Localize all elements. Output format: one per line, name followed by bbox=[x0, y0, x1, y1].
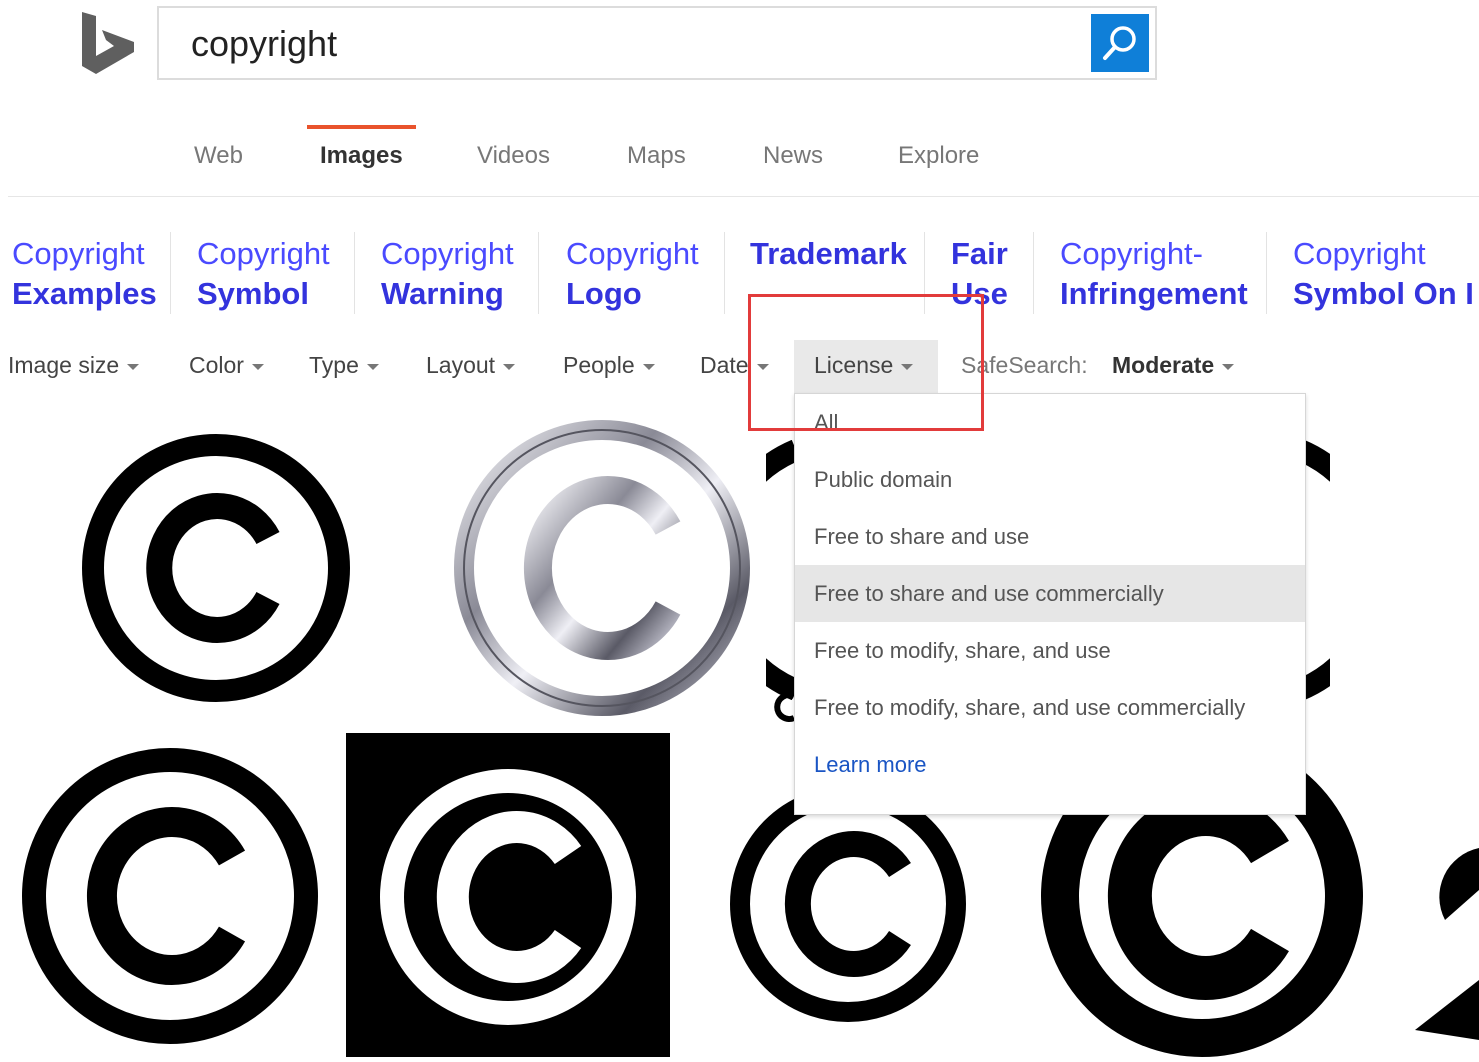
related-search-line1: Copyright- bbox=[1060, 236, 1203, 271]
color-filter[interactable]: Color bbox=[189, 352, 264, 379]
related-search-copyright-warning[interactable]: Copyright Warning bbox=[381, 234, 514, 314]
nav-divider bbox=[8, 196, 1479, 197]
filter-label: Image size bbox=[8, 352, 120, 378]
license-dropdown-menu: All Public domain Free to share and use … bbox=[794, 393, 1306, 815]
license-option-free-to-share[interactable]: Free to share and use bbox=[795, 508, 1305, 565]
search-button[interactable] bbox=[1091, 14, 1149, 72]
related-search-line1: Trademark bbox=[750, 236, 907, 271]
filter-label: Date bbox=[700, 352, 749, 378]
related-search-line2: Infringement bbox=[1060, 276, 1248, 311]
active-tab-indicator bbox=[307, 125, 416, 129]
related-search-line2: Warning bbox=[381, 276, 504, 311]
caret-down-icon bbox=[503, 363, 516, 370]
search-input[interactable] bbox=[191, 22, 1091, 66]
license-option-free-to-modify[interactable]: Free to modify, share, and use bbox=[795, 622, 1305, 679]
highlight-box bbox=[748, 294, 984, 431]
license-option-free-to-modify-commercially[interactable]: Free to modify, share, and use commercia… bbox=[795, 679, 1305, 736]
related-search-copyright-symbol[interactable]: Copyright Symbol bbox=[197, 234, 330, 314]
related-search-line1: Copyright bbox=[566, 236, 699, 271]
bing-logo[interactable] bbox=[80, 10, 136, 76]
related-search-copyright-examples[interactable]: Copyright Examples bbox=[12, 234, 157, 314]
related-search-copyright-symbol-on[interactable]: Copyright Symbol On I bbox=[1293, 234, 1479, 314]
learn-more-link[interactable]: Learn more bbox=[795, 736, 1305, 793]
filter-label: Color bbox=[189, 352, 244, 378]
caret-down-icon bbox=[251, 363, 264, 370]
image-result[interactable] bbox=[346, 733, 670, 1057]
tab-images[interactable]: Images bbox=[320, 142, 403, 170]
related-divider bbox=[170, 232, 171, 314]
related-divider bbox=[724, 232, 725, 314]
caret-down-icon bbox=[1222, 363, 1235, 370]
safesearch-filter[interactable]: SafeSearch: Moderate bbox=[961, 352, 1235, 379]
filter-label: Type bbox=[309, 352, 359, 378]
tab-videos[interactable]: Videos bbox=[477, 142, 550, 170]
tab-news[interactable]: News bbox=[763, 142, 823, 170]
related-search-line2: Examples bbox=[12, 276, 157, 311]
image-result[interactable] bbox=[80, 432, 352, 704]
caret-down-icon bbox=[127, 363, 140, 370]
related-divider bbox=[1033, 232, 1034, 314]
related-search-copyright-logo[interactable]: Copyright Logo bbox=[566, 234, 699, 314]
related-search-copyright-infringement[interactable]: Copyright- Infringement bbox=[1060, 234, 1248, 314]
related-search-line1: Copyright bbox=[197, 236, 330, 271]
image-result[interactable] bbox=[1395, 830, 1479, 1040]
tab-maps[interactable]: Maps bbox=[627, 142, 686, 170]
image-size-filter[interactable]: Image size bbox=[8, 352, 140, 379]
magnifier-icon bbox=[1103, 26, 1136, 60]
license-option-public-domain[interactable]: Public domain bbox=[795, 451, 1305, 508]
related-divider bbox=[538, 232, 539, 314]
related-divider bbox=[354, 232, 355, 314]
image-result[interactable] bbox=[766, 440, 796, 700]
caret-down-icon bbox=[642, 363, 655, 370]
related-search-line1: Copyright bbox=[1293, 236, 1426, 271]
tab-explore[interactable]: Explore bbox=[898, 142, 979, 170]
caret-down-icon bbox=[366, 363, 379, 370]
safesearch-value: Moderate bbox=[1111, 352, 1215, 378]
image-result-caption bbox=[774, 692, 796, 722]
related-search-line1: Fair bbox=[951, 236, 1008, 271]
tab-web[interactable]: Web bbox=[194, 142, 243, 170]
related-search-line2: Symbol On I bbox=[1293, 276, 1474, 311]
layout-filter[interactable]: Layout bbox=[426, 352, 516, 379]
related-search-line2: Symbol bbox=[197, 276, 309, 311]
filter-label: Layout bbox=[426, 352, 496, 378]
search-box bbox=[157, 6, 1157, 80]
related-search-line1: Copyright bbox=[12, 236, 145, 271]
related-search-trademark[interactable]: Trademark bbox=[750, 234, 907, 274]
image-result[interactable] bbox=[450, 418, 754, 718]
filter-label: People bbox=[563, 352, 635, 378]
related-divider bbox=[1266, 232, 1267, 314]
related-search-line2: Logo bbox=[566, 276, 642, 311]
copyright-symbol-white bbox=[380, 769, 636, 1025]
image-result[interactable] bbox=[728, 780, 968, 1040]
related-search-line1: Copyright bbox=[381, 236, 514, 271]
type-filter[interactable]: Type bbox=[309, 352, 379, 379]
license-option-free-to-share-commercially[interactable]: Free to share and use commercially bbox=[795, 565, 1305, 622]
image-result[interactable] bbox=[20, 746, 320, 1046]
people-filter[interactable]: People bbox=[563, 352, 655, 379]
